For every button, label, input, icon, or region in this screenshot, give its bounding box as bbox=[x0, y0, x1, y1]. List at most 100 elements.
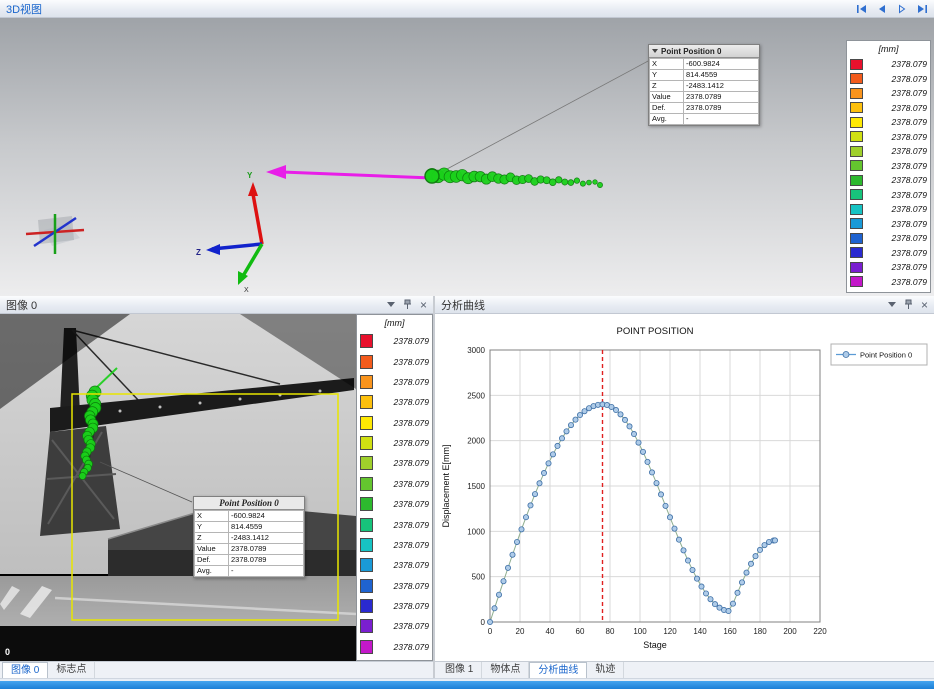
point-row-value: Value2378.0789 bbox=[195, 544, 304, 555]
colorbar-value: 2378.079 bbox=[892, 248, 927, 258]
colorbar-swatch bbox=[360, 579, 373, 593]
colorbar-entry: 2378.079 bbox=[850, 130, 927, 145]
colorbar-entry: 2378.079 bbox=[360, 514, 429, 534]
colorbar-swatch bbox=[850, 73, 863, 84]
analysis-chart[interactable]: 0204060801001201401601802002200500100015… bbox=[435, 314, 932, 659]
colorbar-swatch bbox=[850, 146, 863, 157]
colorbar-value: 2378.079 bbox=[394, 479, 429, 489]
series-marker bbox=[730, 601, 735, 606]
colorbar-entry: 2378.079 bbox=[850, 159, 927, 174]
series-marker bbox=[492, 606, 497, 611]
point-row-def: Def.2378.0789 bbox=[195, 555, 304, 566]
series-marker bbox=[537, 481, 542, 486]
colorbar-entry: 2378.079 bbox=[850, 144, 927, 159]
x-tick-label: 140 bbox=[693, 627, 707, 636]
status-progress-bar bbox=[0, 681, 934, 689]
series-marker bbox=[681, 548, 686, 553]
colorbar-entry: 2378.079 bbox=[360, 637, 429, 657]
series-marker bbox=[631, 431, 636, 436]
pin-icon[interactable] bbox=[904, 299, 913, 310]
panel-menu-icon[interactable] bbox=[387, 302, 395, 307]
colorbar-value: 2378.079 bbox=[394, 499, 429, 509]
point-box-header[interactable]: Point Position 0 bbox=[649, 45, 759, 58]
colorbar-value: 2378.079 bbox=[892, 233, 927, 243]
point-row-z: Z-2483.1412 bbox=[195, 533, 304, 544]
series-marker bbox=[568, 422, 573, 427]
close-icon[interactable]: × bbox=[420, 300, 427, 310]
tab-image-1[interactable]: 图像 1 bbox=[437, 662, 482, 679]
colorbar-entry: 2378.079 bbox=[850, 260, 927, 275]
colorbar-entry: 2378.079 bbox=[850, 86, 927, 101]
axis-label-x: X bbox=[244, 287, 249, 294]
pin-icon[interactable] bbox=[403, 299, 412, 310]
colorbar-swatch bbox=[850, 204, 863, 215]
colorbar-entry: 2378.079 bbox=[850, 101, 927, 116]
series-marker bbox=[550, 452, 555, 457]
colorbar-value: 2378.079 bbox=[394, 458, 429, 468]
tab-image-0[interactable]: 图像 0 bbox=[2, 662, 48, 679]
colorbar-value: 2378.079 bbox=[394, 621, 429, 631]
series-marker bbox=[762, 543, 767, 548]
y-tick-label: 1500 bbox=[467, 482, 485, 491]
axis-label-y: Y bbox=[247, 171, 253, 180]
collapse-caret-icon[interactable] bbox=[652, 49, 658, 53]
close-icon[interactable]: × bbox=[921, 300, 928, 310]
colorbar-value: 2378.079 bbox=[892, 277, 927, 287]
first-frame-button[interactable] bbox=[856, 4, 868, 14]
last-frame-button[interactable] bbox=[916, 4, 928, 14]
panel-menu-icon[interactable] bbox=[888, 302, 896, 307]
colorbar-value: 2378.079 bbox=[394, 357, 429, 367]
series-marker bbox=[712, 602, 717, 607]
colorbar-swatch bbox=[850, 262, 863, 273]
photo-bottom-band bbox=[0, 626, 356, 661]
colorbar-entry: 2378.079 bbox=[850, 202, 927, 217]
camera-image-viewport[interactable]: Point Position 0 X-600.9824Y814.4559Z-24… bbox=[0, 314, 356, 661]
navigation-gizmo-icon[interactable] bbox=[26, 214, 84, 254]
colorbar-swatch bbox=[360, 599, 373, 613]
series-marker bbox=[577, 412, 582, 417]
tab-analysis-curves[interactable]: 分析曲线 bbox=[529, 662, 587, 679]
series-marker bbox=[663, 503, 668, 508]
x-tick-label: 20 bbox=[516, 627, 525, 636]
colorbar-swatch bbox=[850, 175, 863, 186]
colorbar-entry: 2378.079 bbox=[360, 413, 429, 433]
photo-lattice-tower bbox=[40, 426, 120, 536]
series-marker bbox=[618, 412, 623, 417]
tab-trajectory[interactable]: 轨迹 bbox=[587, 662, 624, 679]
tab-object-points[interactable]: 物体点 bbox=[482, 662, 529, 679]
series-marker bbox=[622, 417, 627, 422]
colorbar-swatch bbox=[360, 395, 373, 409]
series-marker bbox=[640, 449, 645, 454]
axis-label-z: Z bbox=[196, 248, 201, 257]
x-tick-label: 100 bbox=[633, 627, 647, 636]
colorbar-entry: 2378.079 bbox=[360, 474, 429, 494]
point-row-value: Value2378.0789 bbox=[650, 92, 759, 103]
3d-scene: Y Z X bbox=[0, 18, 934, 296]
series-marker bbox=[523, 515, 528, 520]
series-marker bbox=[573, 417, 578, 422]
colorbar-swatch bbox=[850, 117, 863, 128]
panel-title-curves: 分析曲线 bbox=[441, 297, 485, 313]
series-marker bbox=[699, 584, 704, 589]
colorbar-value: 2378.079 bbox=[892, 74, 927, 84]
colorbar-value: 2378.079 bbox=[394, 418, 429, 428]
series-marker bbox=[703, 591, 708, 596]
series-marker bbox=[514, 539, 519, 544]
series-marker bbox=[528, 503, 533, 508]
colorbar-entry: 2378.079 bbox=[850, 72, 927, 87]
series-marker bbox=[735, 590, 740, 595]
point-trajectory-3d bbox=[425, 168, 603, 188]
previous-frame-button[interactable] bbox=[876, 4, 888, 14]
x-axis-label: Stage bbox=[643, 640, 667, 650]
colorbar-entry: 2378.079 bbox=[360, 535, 429, 555]
point-row-z: Z-2483.1412 bbox=[650, 81, 759, 92]
tab-markers[interactable]: 标志点 bbox=[48, 662, 95, 679]
point-values-table: X-600.9824Y814.4559Z-2483.1412Value2378.… bbox=[195, 511, 304, 577]
x-tick-label: 80 bbox=[606, 627, 615, 636]
point-row-x: X-600.9824 bbox=[650, 59, 759, 70]
colorbar-value: 2378.079 bbox=[394, 336, 429, 346]
next-frame-button[interactable] bbox=[896, 4, 908, 14]
3d-viewport[interactable]: Y Z X Point Position 0 X-600.9824Y814.45… bbox=[0, 18, 934, 296]
colorbar-entry: 2378.079 bbox=[360, 494, 429, 514]
colorbar-entry: 2378.079 bbox=[360, 372, 429, 392]
